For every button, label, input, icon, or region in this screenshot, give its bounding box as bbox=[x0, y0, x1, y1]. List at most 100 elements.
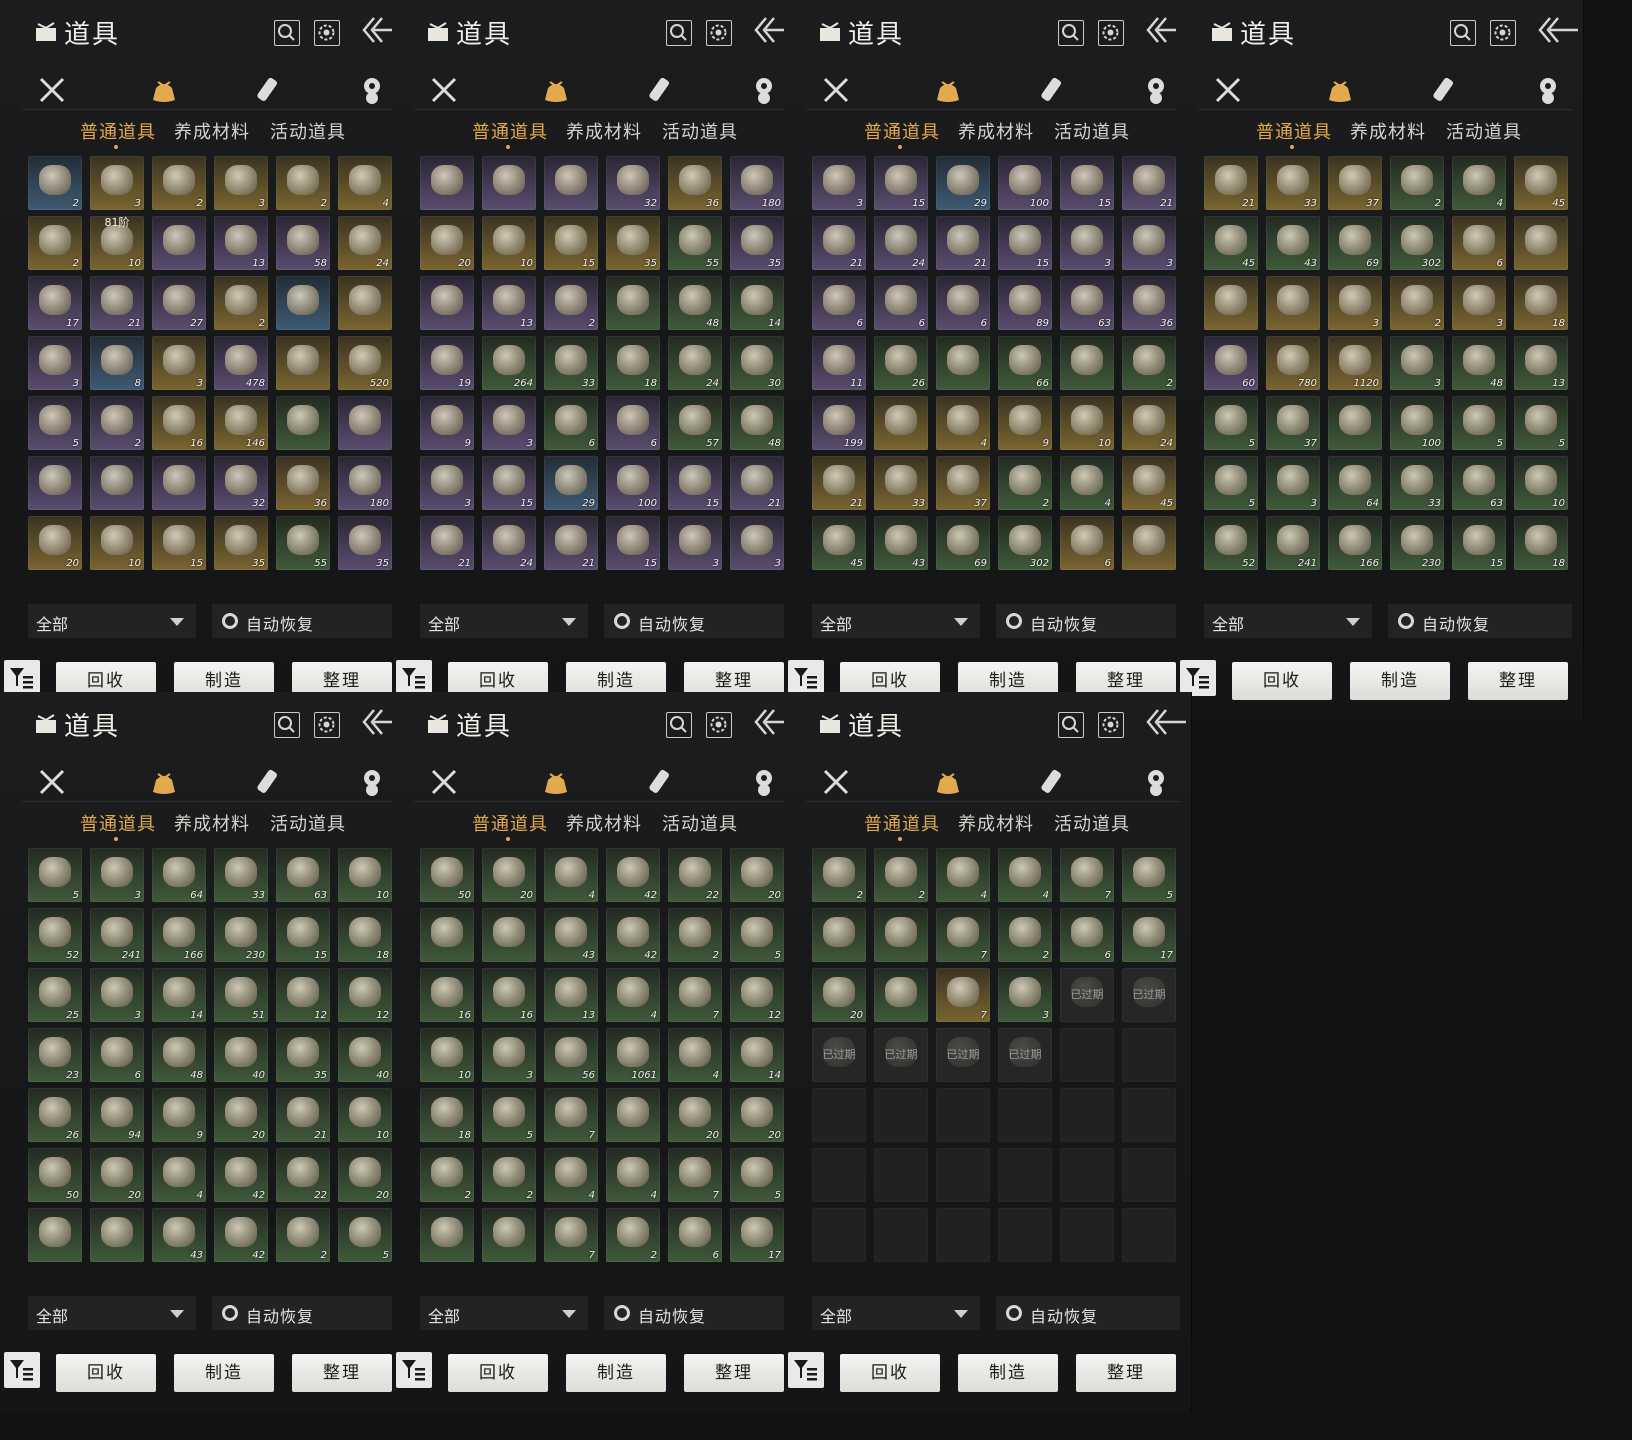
tab-normal-items[interactable]: 普通道具 bbox=[1256, 118, 1332, 149]
item-slot[interactable]: 52 bbox=[1204, 516, 1258, 570]
item-slot[interactable]: 45 bbox=[1514, 156, 1568, 210]
search-button[interactable] bbox=[666, 712, 692, 738]
item-slot[interactable]: 2 bbox=[874, 848, 928, 902]
category-tab-1[interactable] bbox=[820, 74, 852, 106]
item-slot[interactable]: 已过期 bbox=[1060, 968, 1114, 1022]
item-slot[interactable]: 48 bbox=[152, 1028, 206, 1082]
item-slot[interactable]: 5 bbox=[28, 848, 82, 902]
item-slot[interactable]: 69 bbox=[1328, 216, 1382, 270]
item-slot[interactable]: 7 bbox=[668, 1148, 722, 1202]
item-slot[interactable]: 3 bbox=[730, 516, 784, 570]
item-slot[interactable]: 24 bbox=[482, 516, 536, 570]
item-slot[interactable]: 40 bbox=[214, 1028, 268, 1082]
item-slot[interactable]: 24 bbox=[668, 336, 722, 390]
item-slot[interactable]: 56 bbox=[544, 1028, 598, 1082]
item-slot[interactable]: 302 bbox=[1390, 216, 1444, 270]
item-slot[interactable]: 23 bbox=[28, 1028, 82, 1082]
tab-growth-materials[interactable]: 养成材料 bbox=[566, 810, 642, 836]
search-button[interactable] bbox=[1450, 20, 1476, 46]
category-tab-1[interactable] bbox=[820, 766, 852, 798]
recycle-button[interactable]: 回收 bbox=[448, 1354, 548, 1392]
item-slot[interactable]: 22 bbox=[276, 1148, 330, 1202]
item-slot[interactable]: 18 bbox=[420, 1088, 474, 1142]
item-slot[interactable] bbox=[482, 1208, 536, 1262]
item-slot[interactable]: 15 bbox=[874, 156, 928, 210]
category-tab-3[interactable] bbox=[252, 766, 284, 798]
item-slot[interactable]: 2 bbox=[998, 908, 1052, 962]
filter-list-button[interactable] bbox=[4, 660, 40, 696]
item-slot[interactable]: 51 bbox=[214, 968, 268, 1022]
item-slot[interactable]: 已过期 bbox=[874, 1028, 928, 1082]
item-slot[interactable] bbox=[420, 908, 474, 962]
item-slot[interactable]: 14 bbox=[152, 968, 206, 1022]
item-slot[interactable]: 42 bbox=[214, 1208, 268, 1262]
filter-dropdown[interactable]: 全部 bbox=[1204, 604, 1372, 638]
item-slot[interactable]: 52 bbox=[28, 908, 82, 962]
item-slot[interactable]: 6 bbox=[1452, 216, 1506, 270]
category-tab-1[interactable] bbox=[428, 74, 460, 106]
item-slot[interactable]: 6 bbox=[812, 276, 866, 330]
item-slot[interactable]: 58 bbox=[276, 216, 330, 270]
filter-dropdown[interactable]: 全部 bbox=[420, 1296, 588, 1330]
item-slot[interactable]: 5 bbox=[482, 1088, 536, 1142]
item-slot[interactable]: 15 bbox=[1060, 156, 1114, 210]
item-slot[interactable]: 已过期 bbox=[1122, 968, 1176, 1022]
item-slot[interactable]: 478 bbox=[214, 336, 268, 390]
item-slot[interactable]: 3 bbox=[1266, 456, 1320, 510]
tab-growth-materials[interactable]: 养成材料 bbox=[958, 118, 1034, 144]
item-slot[interactable] bbox=[482, 156, 536, 210]
item-slot[interactable]: 2 bbox=[90, 396, 144, 450]
item-slot[interactable]: 4 bbox=[606, 968, 660, 1022]
recycle-button[interactable]: 回收 bbox=[56, 1354, 156, 1392]
item-slot[interactable]: 10 bbox=[338, 848, 392, 902]
item-slot[interactable]: 13 bbox=[544, 968, 598, 1022]
item-slot[interactable]: 36 bbox=[1122, 276, 1176, 330]
item-slot[interactable]: 33 bbox=[544, 336, 598, 390]
item-slot[interactable]: 43 bbox=[1266, 216, 1320, 270]
item-slot[interactable]: 20 bbox=[214, 1088, 268, 1142]
filter-dropdown[interactable]: 全部 bbox=[812, 604, 980, 638]
item-slot[interactable]: 21 bbox=[276, 1088, 330, 1142]
item-slot[interactable]: 3 bbox=[1122, 216, 1176, 270]
filter-list-button[interactable] bbox=[396, 660, 432, 696]
item-slot[interactable]: 21 bbox=[420, 516, 474, 570]
item-slot[interactable]: 7 bbox=[936, 908, 990, 962]
auto-restore-button[interactable]: 自动恢复 bbox=[604, 604, 788, 638]
item-slot[interactable]: 43 bbox=[874, 516, 928, 570]
item-slot[interactable]: 2 bbox=[1122, 336, 1176, 390]
category-tab-4[interactable] bbox=[748, 766, 780, 798]
item-slot[interactable]: 3 bbox=[812, 156, 866, 210]
item-slot[interactable] bbox=[276, 276, 330, 330]
filter-list-button[interactable] bbox=[788, 660, 824, 696]
tab-normal-items[interactable]: 普通道具 bbox=[472, 118, 548, 149]
item-slot[interactable]: 10 bbox=[90, 516, 144, 570]
item-slot[interactable]: 520 bbox=[338, 336, 392, 390]
item-slot[interactable]: 13 bbox=[1514, 336, 1568, 390]
item-slot[interactable]: 7 bbox=[544, 1088, 598, 1142]
item-slot[interactable]: 10 bbox=[420, 1028, 474, 1082]
item-slot[interactable]: 50 bbox=[28, 1148, 82, 1202]
item-slot[interactable]: 16 bbox=[152, 396, 206, 450]
item-slot[interactable]: 6 bbox=[90, 1028, 144, 1082]
item-slot[interactable]: 24 bbox=[874, 216, 928, 270]
category-tab-3[interactable] bbox=[1036, 766, 1068, 798]
filter-list-button[interactable] bbox=[396, 1352, 432, 1388]
sort-button[interactable]: 整理 bbox=[292, 1354, 392, 1392]
item-slot[interactable]: 29 bbox=[544, 456, 598, 510]
item-slot[interactable]: 5 bbox=[1204, 396, 1258, 450]
tab-event-items[interactable]: 活动道具 bbox=[662, 810, 738, 836]
item-slot[interactable]: 264 bbox=[482, 336, 536, 390]
item-slot[interactable]: 2 bbox=[544, 276, 598, 330]
item-slot[interactable]: 3 bbox=[90, 156, 144, 210]
filter-list-button[interactable] bbox=[4, 1352, 40, 1388]
item-slot[interactable]: 2 bbox=[276, 156, 330, 210]
item-slot[interactable]: 37 bbox=[1328, 156, 1382, 210]
craft-button[interactable]: 制造 bbox=[958, 1354, 1058, 1392]
item-slot[interactable]: 33 bbox=[1266, 156, 1320, 210]
item-slot[interactable]: 16 bbox=[420, 968, 474, 1022]
item-slot[interactable]: 63 bbox=[1060, 276, 1114, 330]
item-slot[interactable]: 21 bbox=[812, 456, 866, 510]
item-slot[interactable]: 17 bbox=[730, 1208, 784, 1262]
item-slot[interactable]: 3 bbox=[420, 456, 474, 510]
item-slot[interactable]: 60 bbox=[1204, 336, 1258, 390]
